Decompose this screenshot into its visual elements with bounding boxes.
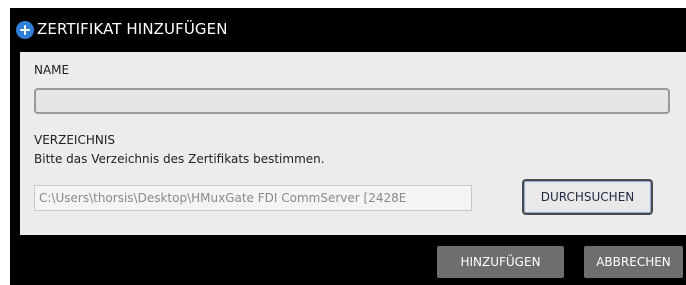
browse-button[interactable]: DURCHSUCHEN	[522, 179, 653, 215]
form-panel: NAME VERZEICHNIS Bitte das Verzeichnis d…	[20, 52, 686, 235]
dialog-titlebar: ZERTIFIKAT HINZUFÜGEN	[10, 8, 686, 52]
name-label: NAME	[34, 63, 70, 77]
add-button[interactable]: HINZUFÜGEN	[437, 246, 564, 278]
cancel-button[interactable]: ABBRECHEN	[584, 246, 683, 278]
add-certificate-dialog: ZERTIFIKAT HINZUFÜGEN NAME VERZEICHNIS B…	[10, 8, 686, 285]
directory-hint: Bitte das Verzeichnis des Zertifikats be…	[34, 152, 325, 166]
directory-label: VERZEICHNIS	[34, 133, 116, 147]
directory-path-input[interactable]	[34, 185, 472, 211]
name-input[interactable]	[34, 88, 670, 114]
plus-circle-icon	[16, 21, 34, 39]
dialog-title: ZERTIFIKAT HINZUFÜGEN	[37, 20, 228, 38]
